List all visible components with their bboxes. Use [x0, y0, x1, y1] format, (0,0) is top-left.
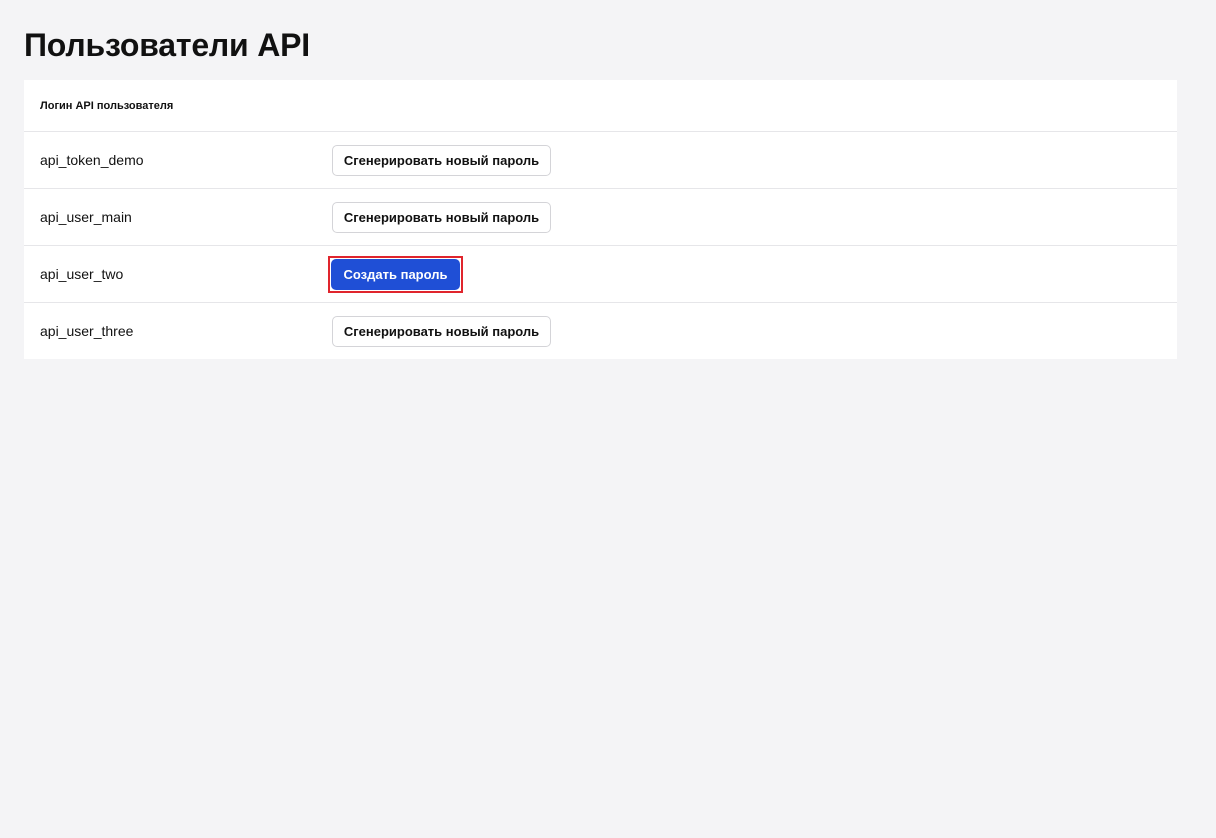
action-cell: Сгенерировать новый пароль [332, 315, 551, 347]
action-cell: Сгенерировать новый пароль [332, 201, 551, 233]
api-user-login: api_token_demo [40, 152, 144, 168]
page-container: Пользователи API Логин API пользователя … [24, 24, 1177, 359]
action-cell: Создать пароль [328, 255, 463, 293]
generate-new-password-button[interactable]: Сгенерировать новый пароль [332, 201, 551, 233]
table-row: api_user_main Сгенерировать новый пароль [24, 189, 1177, 246]
table-header: Логин API пользователя [24, 80, 1177, 132]
api-user-login: api_user_main [40, 209, 132, 225]
create-password-button[interactable]: Создать пароль [331, 258, 460, 290]
generate-new-password-button[interactable]: Сгенерировать новый пароль [332, 315, 551, 347]
generate-new-password-button[interactable]: Сгенерировать новый пароль [332, 144, 551, 176]
api-users-table: Логин API пользователя api_token_demo Сг… [24, 80, 1177, 359]
highlight-frame: Создать пароль [328, 255, 463, 293]
api-user-login: api_user_two [40, 266, 124, 282]
api-user-login: api_user_three [40, 323, 134, 339]
table-row: api_token_demo Сгенерировать новый парол… [24, 132, 1177, 189]
column-header-login: Логин API пользователя [40, 99, 174, 112]
action-cell: Сгенерировать новый пароль [332, 144, 551, 176]
page-title: Пользователи API [24, 27, 310, 63]
table-row: api_user_two Создать пароль [24, 246, 1177, 303]
table-row: api_user_three Сгенерировать новый парол… [24, 303, 1177, 359]
